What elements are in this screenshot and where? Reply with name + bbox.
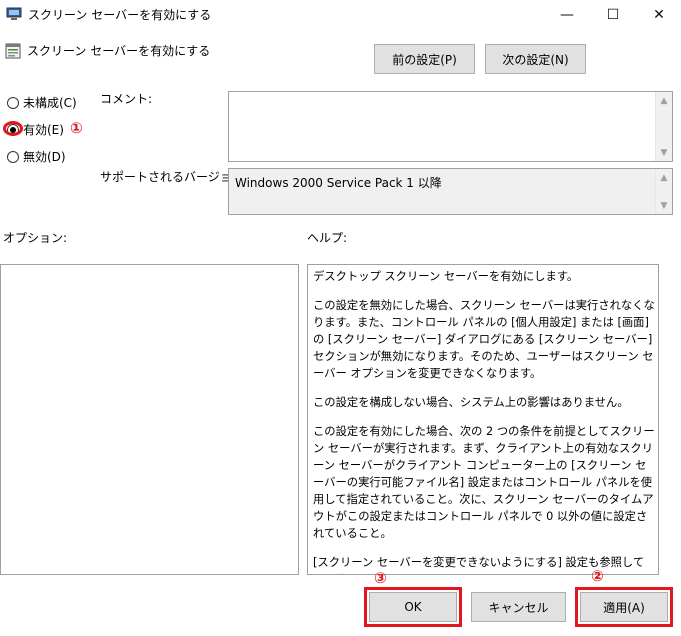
help-text: デスクトップ スクリーン セーバーを有効にします。 この設定を無効にした場合、ス…: [308, 265, 658, 574]
help-paragraph: この設定を有効にした場合、次の 2 つの条件を前提としてスクリーン セーバーが実…: [313, 425, 655, 540]
help-paragraph: この設定を構成しない場合、システム上の影響はありません。: [313, 396, 629, 409]
annotation-highlight-apply: [575, 587, 673, 627]
maximize-icon: ☐: [606, 7, 620, 23]
scroll-down-icon[interactable]: ▼: [656, 197, 672, 214]
window-title: スクリーン セーバーを有効にする: [28, 8, 212, 22]
supported-label: サポートされるバージョン:: [100, 170, 248, 184]
scroll-up-icon[interactable]: ▲: [656, 169, 672, 186]
close-button[interactable]: ✕: [636, 0, 681, 30]
previous-setting-button[interactable]: 前の設定(P): [374, 44, 475, 74]
scroll-down-icon[interactable]: ▼: [656, 144, 672, 161]
supported-value: Windows 2000 Service Pack 1 以降: [235, 176, 442, 190]
policy-setting-icon: [5, 43, 21, 59]
minimize-button[interactable]: —: [544, 0, 590, 30]
annotation-highlight-ok: [364, 587, 462, 627]
scroll-up-icon[interactable]: ▲: [656, 92, 672, 109]
minimize-icon: —: [560, 7, 574, 23]
cancel-button[interactable]: キャンセル: [471, 592, 566, 622]
radio-disabled-label: 無効(D): [23, 150, 66, 164]
radio-not-configured-circle[interactable]: [7, 96, 19, 109]
next-setting-button[interactable]: 次の設定(N): [485, 44, 586, 74]
annotation-mark-2: ②: [591, 567, 604, 585]
radio-disabled-circle[interactable]: [7, 150, 19, 163]
annotation-mark-3: ③: [374, 569, 387, 587]
app-icon: [6, 7, 22, 20]
title-bar: スクリーン セーバーを有効にする — ☐ ✕: [0, 0, 681, 30]
radio-not-configured-label: 未構成(C): [23, 96, 77, 110]
policy-title: スクリーン セーバーを有効にする: [27, 44, 211, 58]
options-label: オプション:: [3, 231, 68, 245]
help-panel: デスクトップ スクリーン セーバーを有効にします。 この設定を無効にした場合、ス…: [307, 264, 659, 575]
supported-field: Windows 2000 Service Pack 1 以降 ▲ ▼: [228, 168, 673, 215]
help-paragraph: この設定を無効にした場合、スクリーン セーバーは実行されなくなります。また、コン…: [313, 299, 655, 380]
options-panel: [0, 264, 299, 575]
help-paragraph: デスクトップ スクリーン セーバーを有効にします。: [313, 270, 579, 283]
help-label: ヘルプ:: [307, 231, 348, 245]
annotation-highlight-enabled: [3, 121, 23, 136]
close-icon: ✕: [653, 7, 665, 23]
radio-not-configured[interactable]: 未構成(C): [7, 94, 77, 111]
radio-enabled-label: 有効(E): [23, 123, 64, 137]
comment-textarea[interactable]: ▲ ▼: [228, 91, 673, 162]
supported-scrollbar[interactable]: ▲ ▼: [655, 169, 672, 214]
radio-disabled[interactable]: 無効(D): [7, 148, 66, 165]
comment-label: コメント:: [100, 92, 153, 106]
maximize-button[interactable]: ☐: [590, 0, 636, 30]
annotation-mark-1: ①: [70, 119, 83, 137]
comment-scrollbar[interactable]: ▲ ▼: [655, 92, 672, 161]
